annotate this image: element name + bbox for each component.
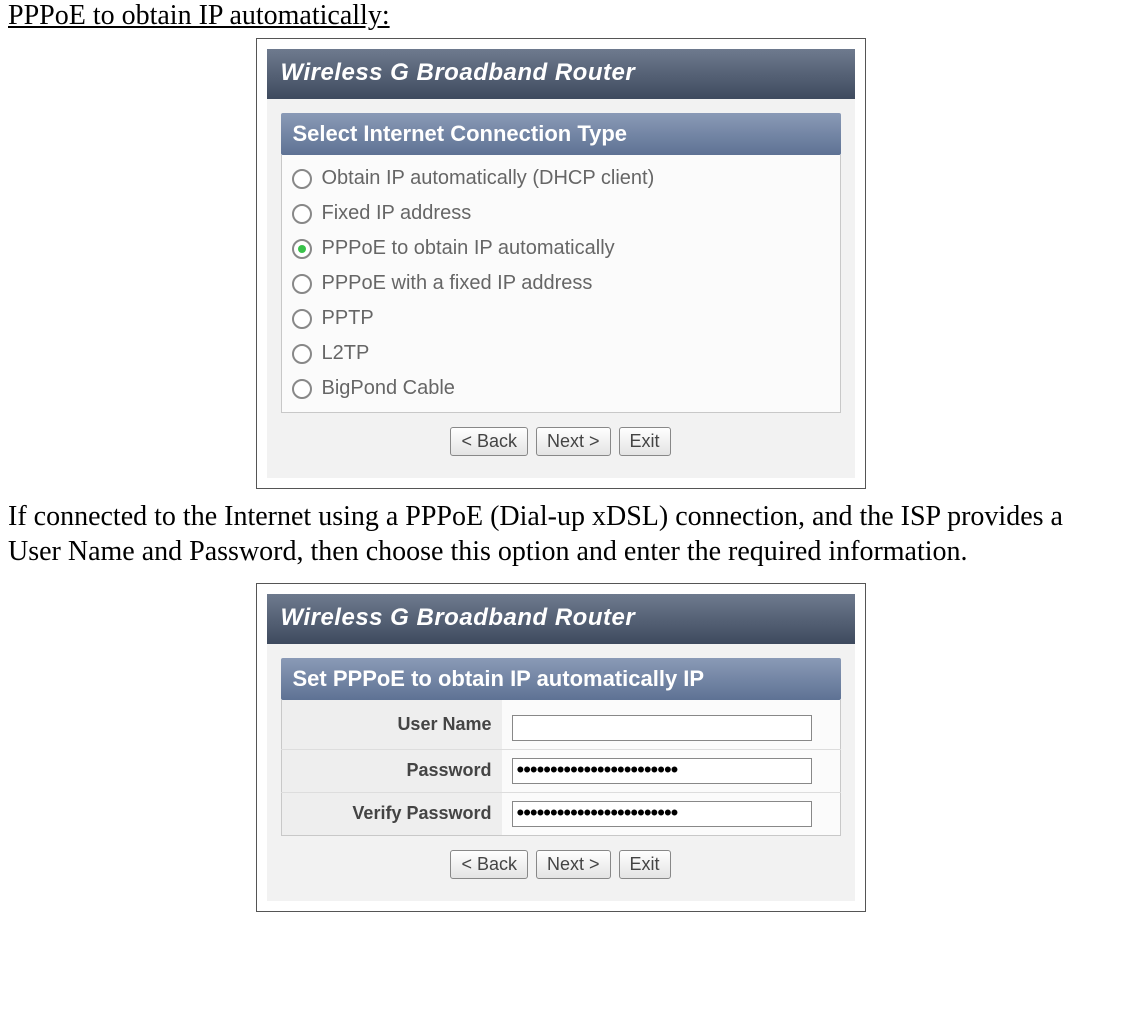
dialog1-title: Wireless G Broadband Router xyxy=(267,49,855,99)
dialog-connection-type: Wireless G Broadband Router Select Inter… xyxy=(256,38,866,489)
radio-icon xyxy=(292,169,312,189)
radio-icon xyxy=(292,274,312,294)
description-paragraph: If connected to the Internet using a PPP… xyxy=(8,499,1113,569)
radio-dhcp[interactable]: Obtain IP automatically (DHCP client) xyxy=(282,161,840,196)
radio-l2tp[interactable]: L2TP xyxy=(282,336,840,371)
radio-label: PPPoE to obtain IP automatically xyxy=(322,237,615,260)
radio-icon xyxy=(292,204,312,224)
radio-label: Fixed IP address xyxy=(322,202,472,225)
username-input[interactable] xyxy=(512,715,812,741)
dialog-pppoe-credentials: Wireless G Broadband Router Set PPPoE to… xyxy=(256,583,866,912)
radio-label: PPPoE with a fixed IP address xyxy=(322,272,593,295)
radio-icon xyxy=(292,239,312,259)
password-input[interactable]: •••••••••••••••••••••••• xyxy=(512,758,812,784)
radio-pptp[interactable]: PPTP xyxy=(282,301,840,336)
radio-label: Obtain IP automatically (DHCP client) xyxy=(322,167,655,190)
exit-button[interactable]: Exit xyxy=(619,850,671,879)
section-heading: PPPoE to obtain IP automatically: xyxy=(8,0,1113,32)
radio-label: L2TP xyxy=(322,342,370,365)
password-label: Password xyxy=(281,749,502,792)
radio-pppoe-fixed[interactable]: PPPoE with a fixed IP address xyxy=(282,266,840,301)
dialog1-section-heading: Select Internet Connection Type xyxy=(281,113,841,155)
pppoe-form: User Name Password •••••••••••••••••••••… xyxy=(281,700,841,836)
username-label: User Name xyxy=(281,700,502,749)
dialog2-section-heading: Set PPPoE to obtain IP automatically IP xyxy=(281,658,841,700)
connection-type-list: Obtain IP automatically (DHCP client) Fi… xyxy=(281,155,841,413)
back-button[interactable]: < Back xyxy=(450,427,528,456)
verify-password-input[interactable]: •••••••••••••••••••••••• xyxy=(512,801,812,827)
verify-password-label: Verify Password xyxy=(281,792,502,835)
exit-button[interactable]: Exit xyxy=(619,427,671,456)
radio-icon xyxy=(292,344,312,364)
next-button[interactable]: Next > xyxy=(536,850,611,879)
radio-icon xyxy=(292,309,312,329)
next-button[interactable]: Next > xyxy=(536,427,611,456)
radio-label: BigPond Cable xyxy=(322,377,455,400)
radio-icon xyxy=(292,379,312,399)
radio-pppoe-auto[interactable]: PPPoE to obtain IP automatically xyxy=(282,231,840,266)
back-button[interactable]: < Back xyxy=(450,850,528,879)
radio-label: PPTP xyxy=(322,307,374,330)
dialog2-title: Wireless G Broadband Router xyxy=(267,594,855,644)
radio-fixed-ip[interactable]: Fixed IP address xyxy=(282,196,840,231)
radio-bigpond[interactable]: BigPond Cable xyxy=(282,371,840,406)
